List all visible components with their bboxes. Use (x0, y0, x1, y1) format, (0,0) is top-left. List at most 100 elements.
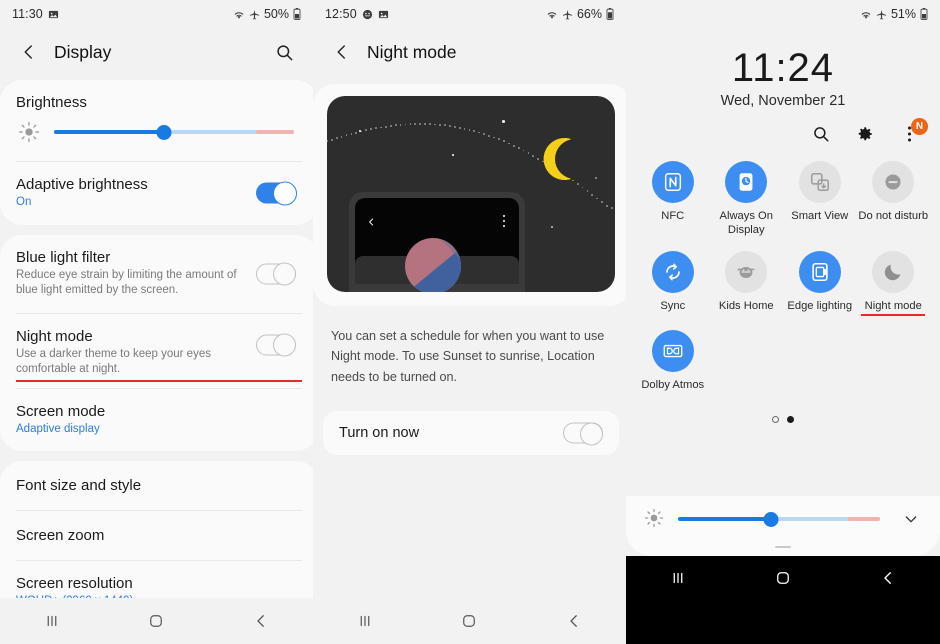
navbar-panel1 (0, 598, 313, 644)
home-icon[interactable] (449, 606, 489, 636)
qs-tile-sync[interactable]: Sync (636, 251, 710, 316)
star (502, 120, 505, 123)
statusbar-panel3: 51% (626, 0, 940, 28)
brightness-icon (644, 508, 666, 530)
screen-mode-value: Adaptive display (16, 422, 100, 435)
brightness-icon (18, 121, 40, 143)
slider-thumb[interactable] (763, 511, 779, 527)
brightness-slider-row (16, 111, 302, 161)
qs-tile-smart-view[interactable]: Smart View (783, 161, 857, 237)
night-mode-highlight-underline (861, 314, 926, 316)
back-button[interactable] (16, 39, 42, 65)
slider-fill (54, 130, 165, 134)
night-mode-moon-icon[interactable] (872, 251, 915, 293)
qs-tile-label: Always On Display (719, 210, 773, 236)
slider-fill (678, 517, 771, 521)
qs-tile-dolby-atmos[interactable]: Dolby Atmos (636, 330, 710, 392)
nfc-icon[interactable] (651, 161, 694, 203)
turn-on-now-toggle[interactable] (563, 422, 603, 446)
qs-tile-label: Edge lighting (787, 300, 853, 312)
sheet-grabber[interactable] (775, 546, 791, 548)
wifi-icon (860, 9, 872, 20)
appbar-panel2: Night mode (313, 28, 626, 76)
battery-icon (293, 8, 301, 20)
recents-icon[interactable] (658, 563, 698, 593)
battery-percent: 66% (576, 7, 602, 21)
image-icon (378, 9, 389, 20)
image-icon (48, 9, 59, 20)
always-on-display-icon[interactable] (725, 161, 768, 203)
airplane-mode-icon (562, 9, 573, 20)
qs-tile-label: Kids Home (718, 300, 774, 312)
search-icon[interactable] (271, 39, 297, 65)
three-phone-screenshots: 11:30 50% Display Brightness Adaptive br… (0, 0, 940, 644)
adaptive-brightness-toggle[interactable] (256, 181, 297, 206)
battery-icon (606, 8, 614, 20)
back-icon[interactable] (554, 606, 594, 636)
edge-lighting-icon[interactable] (798, 251, 841, 293)
home-icon[interactable] (136, 606, 176, 636)
face-icon (362, 9, 373, 20)
quick-brightness-slider[interactable] (678, 511, 880, 527)
qs-tile-edge-lighting[interactable]: Edge lighting (783, 251, 857, 316)
statusbar-panel2: 12:50 66% (313, 0, 626, 28)
row-screen-mode[interactable]: Screen mode Adaptive display (16, 389, 302, 452)
panel-night-mode: 12:50 66% Night mode You can set a sched… (313, 0, 626, 644)
qs-tile-always-on-display[interactable]: Always On Display (710, 161, 784, 237)
qs-tile-night-mode[interactable]: Night mode (857, 251, 931, 316)
qs-tile-label: Night mode (864, 300, 922, 312)
row-night-mode[interactable]: Night mode Use a darker theme to keep yo… (16, 314, 302, 388)
star (551, 226, 554, 229)
slider-track-high (255, 130, 294, 134)
lockscreen-clock: 11:24 Wed, November 21 (626, 46, 940, 109)
back-button[interactable] (329, 39, 355, 65)
qs-tile-kids-home[interactable]: Kids Home (710, 251, 784, 316)
dolby-atmos-icon[interactable] (651, 330, 694, 372)
gear-icon[interactable] (854, 123, 876, 145)
qs-tile-nfc[interactable]: NFC (636, 161, 710, 237)
qs-tile-label: Smart View (791, 210, 849, 222)
qs-tile-label: Do not disturb (858, 210, 929, 222)
quick-settings-sheet: 51% 11:24 Wed, November 21 N NFC Always … (626, 0, 940, 600)
slider-track-high (847, 517, 880, 521)
brightness-slider[interactable] (54, 124, 294, 140)
recents-icon[interactable] (32, 606, 72, 636)
overflow-menu-icon[interactable]: N (898, 118, 928, 145)
night-mode-toggle[interactable] (256, 333, 296, 357)
row-font-size-and-style[interactable]: Font size and style (16, 461, 302, 510)
page-dot[interactable] (772, 416, 779, 423)
sync-icon[interactable] (651, 251, 694, 293)
smart-view-icon[interactable] (798, 161, 841, 203)
chevron-down-icon[interactable] (900, 508, 922, 530)
qs-tile-label: Dolby Atmos (641, 379, 705, 391)
row-blue-light-filter[interactable]: Blue light filter Reduce eye strain by l… (16, 235, 302, 313)
row-adaptive-brightness[interactable]: Adaptive brightness On (16, 162, 302, 225)
search-icon[interactable] (810, 123, 832, 145)
statusbar-time: 12:50 (325, 7, 357, 21)
home-icon[interactable] (763, 563, 803, 593)
back-icon[interactable] (868, 563, 908, 593)
statusbar-panel1: 11:30 50% (0, 0, 313, 28)
row-screen-zoom[interactable]: Screen zoom (16, 511, 302, 560)
do-not-disturb-icon[interactable] (872, 161, 915, 203)
qs-tile-do-not-disturb[interactable]: Do not disturb (857, 161, 931, 237)
quick-settings-tiles: NFC Always On Display Smart View Do not dis… (626, 145, 940, 406)
battery-percent: 50% (263, 7, 289, 21)
page-dot-active[interactable] (787, 416, 794, 423)
screen-resolution-label: Screen resolution (16, 575, 133, 593)
blue-light-filter-toggle[interactable] (256, 262, 296, 286)
page-indicator (626, 416, 940, 423)
slider-thumb[interactable] (156, 124, 172, 140)
card-turn-on-now[interactable]: Turn on now (323, 411, 619, 456)
card-illustration (313, 84, 626, 306)
clock-date: Wed, November 21 (720, 93, 846, 109)
card-filters: Blue light filter Reduce eye strain by l… (0, 234, 313, 452)
quick-settings-actions: N (626, 109, 940, 145)
page-title: Night mode (367, 41, 457, 62)
kids-home-icon[interactable] (725, 251, 768, 293)
screen-zoom-label: Screen zoom (16, 527, 105, 545)
recents-icon[interactable] (345, 606, 385, 636)
back-icon[interactable] (241, 606, 281, 636)
font-size-label: Font size and style (16, 477, 142, 495)
star (452, 154, 455, 157)
